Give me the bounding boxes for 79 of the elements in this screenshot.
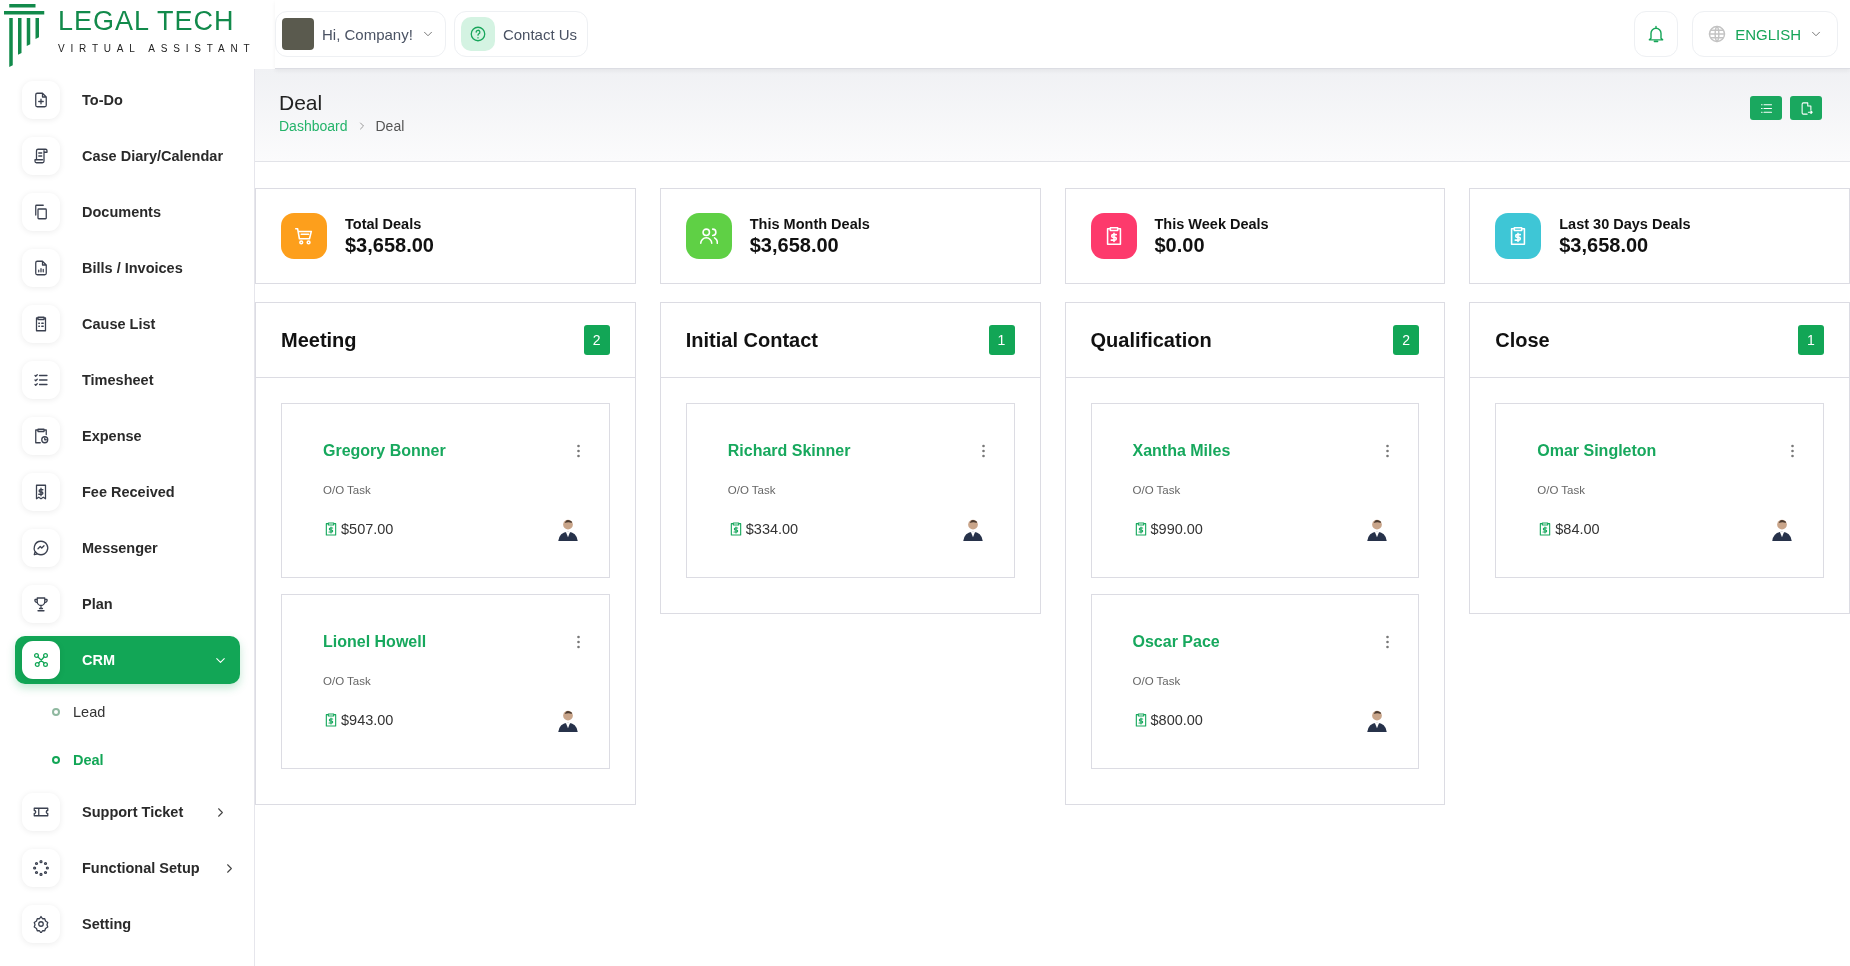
stat-label: This Month Deals	[749, 215, 870, 232]
copy-icon	[32, 203, 50, 221]
count-badge: 2	[1393, 325, 1420, 355]
kebab-menu-icon[interactable]	[575, 635, 581, 649]
stat-value: $3,658.00	[1559, 233, 1650, 257]
stat-label: This Week Deals	[1154, 215, 1269, 232]
deal-task: O/O Task	[1132, 484, 1182, 496]
deal-amount: $84.00	[1555, 521, 1600, 537]
brand-tagline: VIRTUAL ASSISTANT	[58, 43, 256, 54]
contact-button[interactable]: Contact Us	[453, 11, 589, 57]
sidebar-item[interactable]: Timesheet	[15, 352, 240, 408]
deal-task: O/O Task	[323, 675, 372, 687]
deal-amount: $334.00	[745, 521, 799, 537]
ring-icon	[51, 707, 61, 717]
deal-task: O/O Task	[323, 484, 372, 496]
sidebar-item[interactable]: Bills / Invoices	[15, 240, 240, 296]
notification-button[interactable]	[1634, 11, 1679, 57]
stage-title: Initial Contact	[685, 328, 818, 352]
sidebar-item[interactable]: Messenger	[15, 520, 240, 576]
users-icon	[697, 225, 720, 247]
clipboard-clock-icon	[32, 427, 50, 445]
sidebar-item[interactable]: To-Do	[15, 72, 240, 128]
dollar-clipboard-icon	[323, 712, 339, 728]
dollar-clipboard-icon	[323, 521, 339, 537]
stat-value: $3,658.00	[345, 233, 434, 257]
page-title: Deal	[279, 91, 324, 115]
deal-task: O/O Task	[1132, 675, 1182, 687]
chart-file-icon	[32, 259, 50, 277]
cart-icon	[293, 225, 315, 247]
kebab-menu-icon[interactable]	[575, 444, 581, 458]
sidebar-item[interactable]: Documents	[15, 184, 240, 240]
kebab-menu-icon[interactable]	[1790, 444, 1795, 458]
scroll-icon	[32, 147, 50, 165]
count-badge: 1	[988, 325, 1015, 355]
stat-label: Last 30 Days Deals	[1559, 215, 1691, 232]
user-menu[interactable]: Hi, Company!	[275, 11, 446, 57]
ring-icon	[51, 755, 61, 765]
kebab-menu-icon[interactable]	[1385, 635, 1391, 649]
stat-label: Total Deals	[345, 215, 423, 232]
stat-value: $3,658.00	[749, 233, 840, 257]
sidebar-subitem[interactable]: Lead	[15, 688, 240, 736]
file-plus-icon	[32, 91, 50, 109]
stage-title: Qualification	[1090, 328, 1212, 352]
deal-amount: $990.00	[1150, 521, 1203, 537]
dots-circle-icon	[32, 859, 50, 877]
nodes-icon	[32, 651, 50, 669]
sidebar-item[interactable]: Expense	[15, 408, 240, 464]
deal-amount: $800.00	[1150, 712, 1203, 728]
kebab-menu-icon[interactable]	[1385, 444, 1391, 458]
deal-amount: $507.00	[341, 521, 394, 537]
sidebar-item[interactable]: Cause List	[15, 296, 240, 352]
deal-task: O/O Task	[1537, 484, 1586, 496]
stage-title: Meeting	[281, 328, 357, 352]
sidebar-item[interactable]: Plan	[15, 576, 240, 632]
sidebar-item[interactable]: Fee Received	[15, 464, 240, 520]
sidebar-item[interactable]: Case Diary/Calendar	[15, 128, 240, 184]
sidebar-item[interactable]: Functional Setup	[15, 840, 240, 896]
trophy-icon	[32, 595, 50, 613]
globe-icon	[1707, 24, 1728, 44]
count-badge: 1	[1798, 325, 1824, 355]
sidebar-item[interactable]: Support Ticket	[15, 784, 240, 840]
user-photo-placeholder	[282, 18, 314, 50]
question-icon	[468, 25, 487, 43]
sidebar-item[interactable]: Setting	[15, 896, 240, 952]
count-badge: 2	[583, 325, 610, 355]
list-view-button[interactable]	[1750, 96, 1782, 120]
breadcrumb-current: Deal	[375, 118, 405, 134]
kebab-menu-icon[interactable]	[980, 444, 986, 458]
export-button[interactable]	[1790, 96, 1822, 120]
brand-name: LEGAL TECH	[58, 6, 236, 37]
pillars-logo-icon	[4, 4, 46, 67]
file-arrow-icon	[1798, 100, 1814, 116]
checklist-icon	[32, 371, 50, 389]
deal-task: O/O Task	[727, 484, 777, 496]
stat-value: $0.00	[1154, 233, 1206, 257]
chat-icon	[32, 539, 50, 557]
deal-amount: $943.00	[341, 712, 394, 728]
settings-icon	[32, 915, 50, 933]
stage-title: Close	[1495, 328, 1550, 352]
